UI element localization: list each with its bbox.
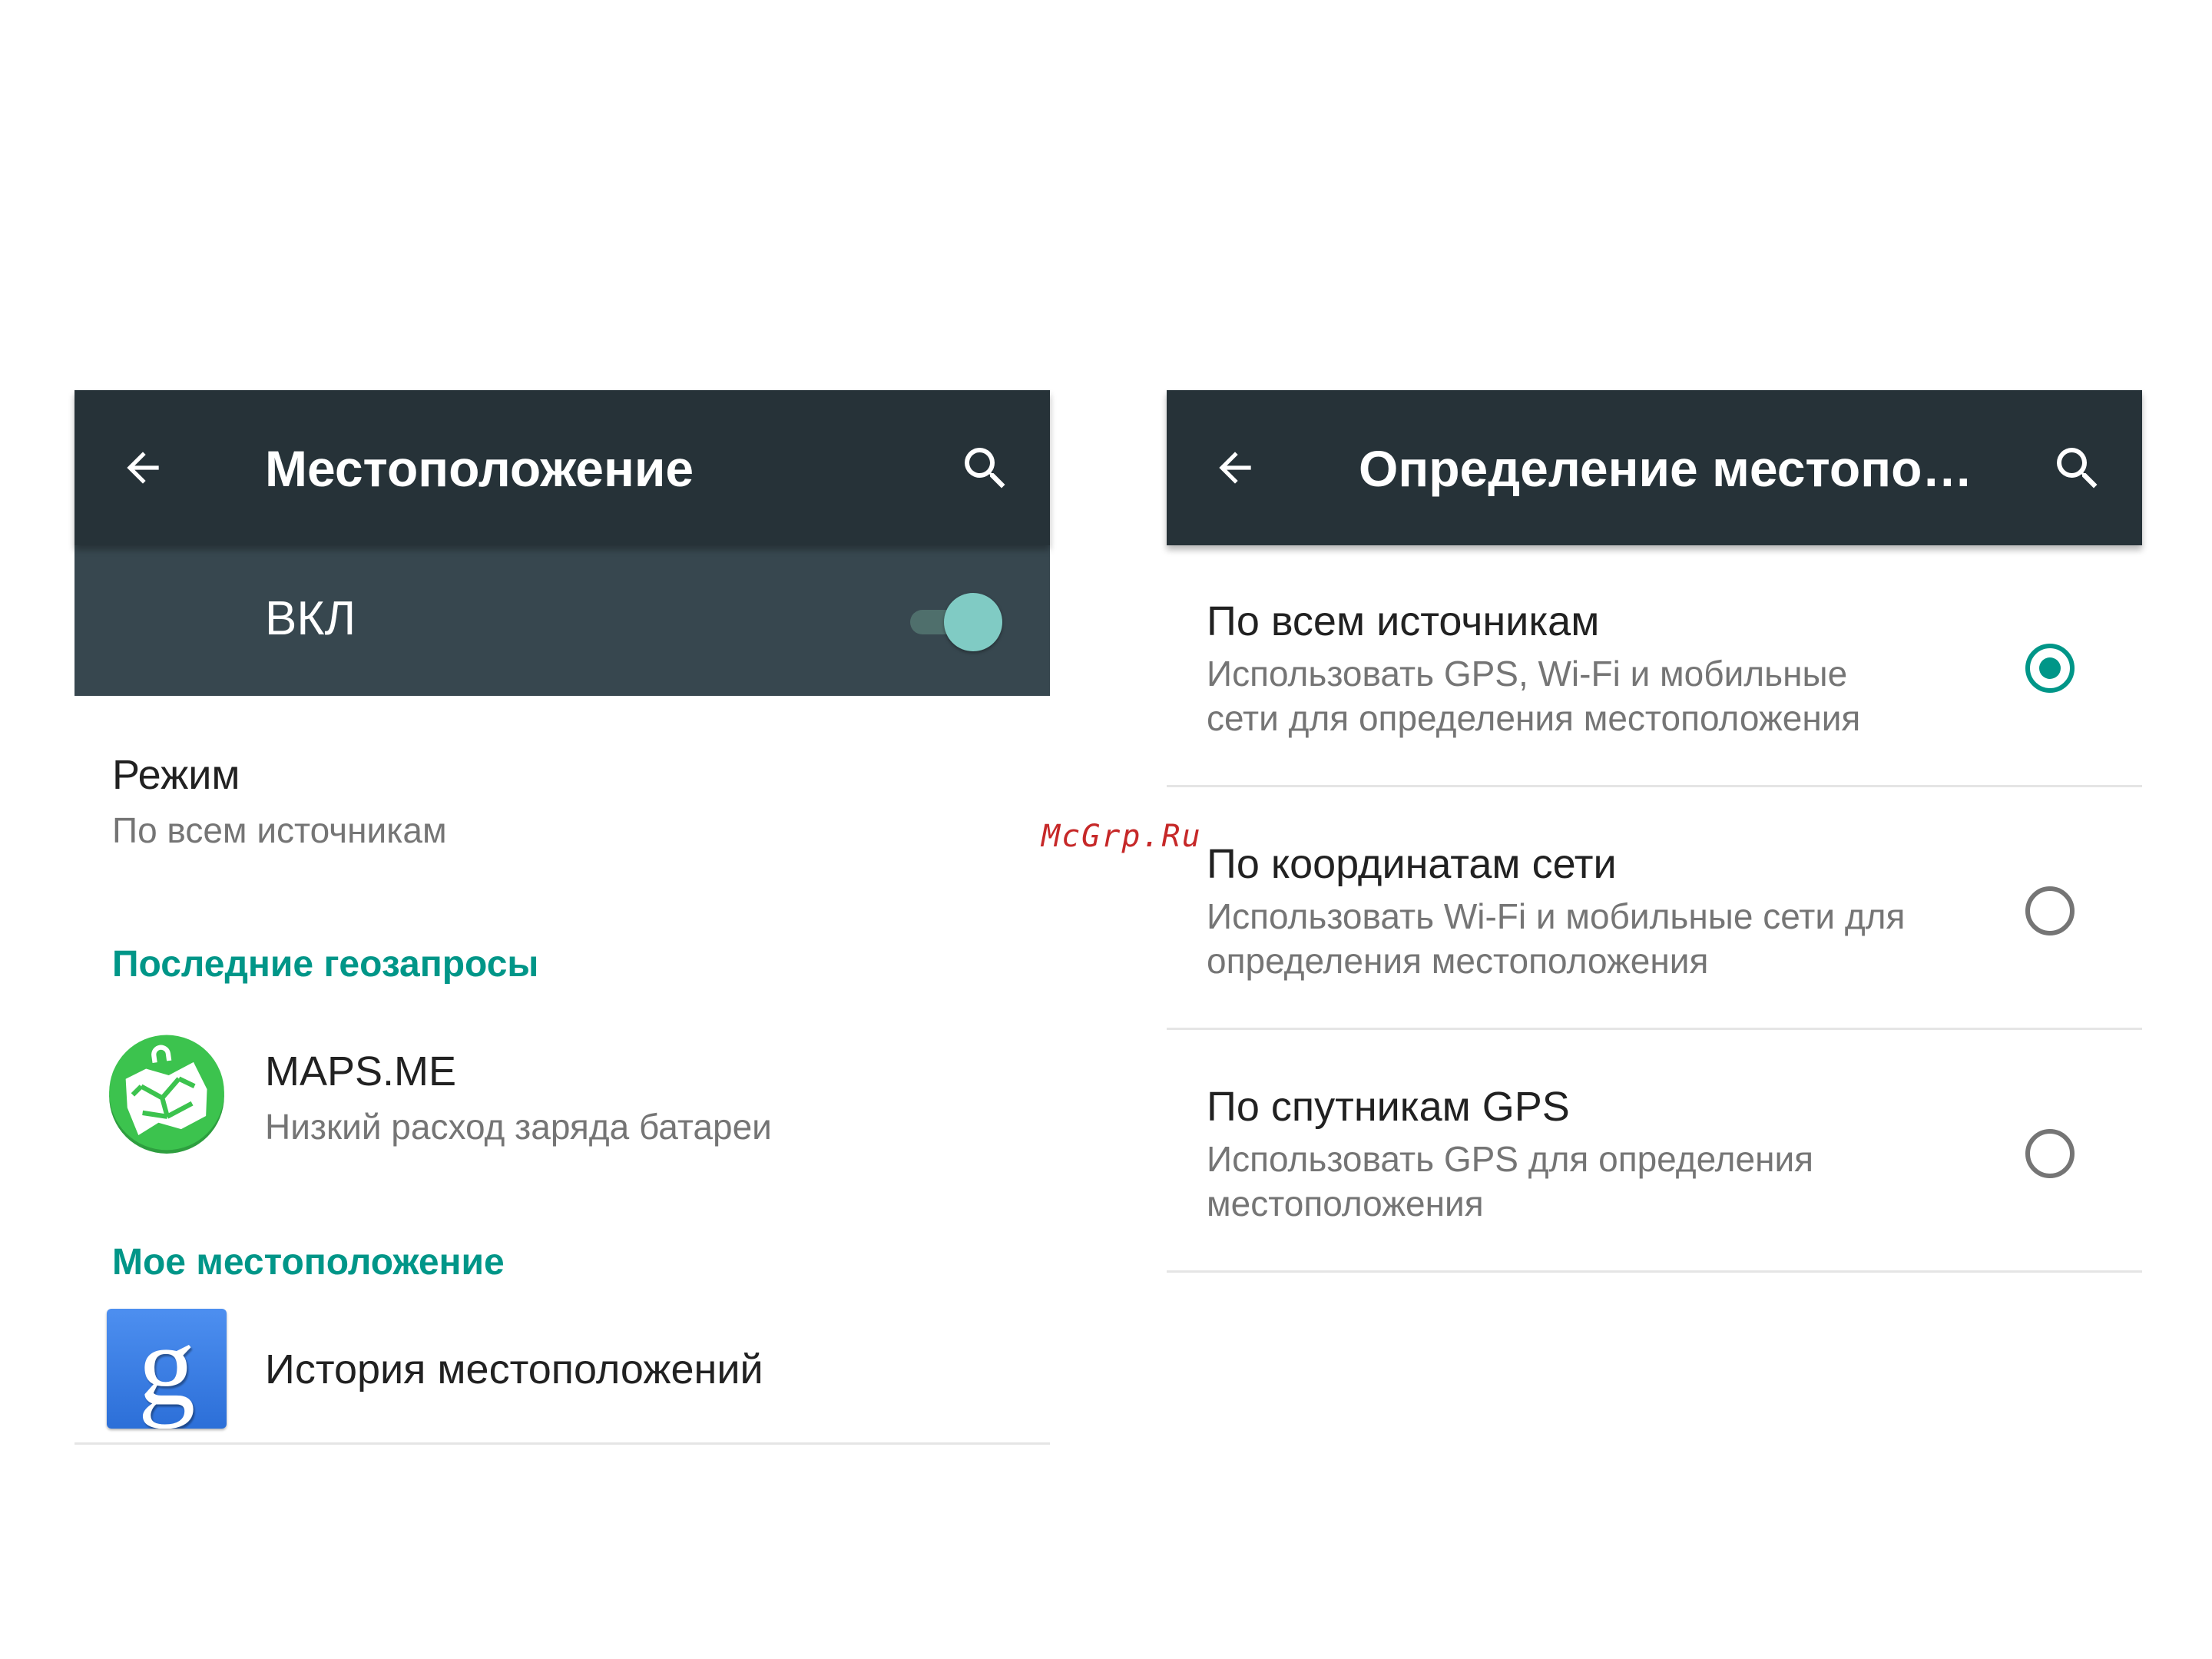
option-title: По координатам сети [1207, 841, 1617, 887]
page-title: Местоположение [265, 440, 694, 497]
divider [75, 1442, 1050, 1445]
radio-button[interactable] [2025, 886, 2075, 935]
radio-button[interactable] [2025, 1129, 2075, 1178]
option-gps[interactable]: По спутникам GPS Использовать GPS для оп… [1167, 1031, 2142, 1273]
toggle-thumb [944, 593, 1002, 651]
toolbar: Местоположение [75, 390, 1050, 545]
mode-summary: По всем источникам [112, 810, 447, 850]
mode-title: Режим [112, 752, 240, 798]
option-description: Использовать GPS, Wi-Fi и мобильные сети… [1207, 654, 1861, 738]
app-usage: Низкий расход заряда батареи [265, 1107, 772, 1147]
maps-me-icon [109, 1035, 224, 1154]
google-settings-icon: g [107, 1309, 227, 1429]
option-all-sources[interactable]: По всем источникам Использовать GPS, Wi-… [1167, 545, 2142, 788]
mode-preference[interactable]: Режим По всем источникам [75, 696, 1050, 865]
arrow-back-icon[interactable] [119, 444, 167, 492]
option-network[interactable]: По координатам сети Использовать Wi-Fi и… [1167, 788, 2142, 1031]
location-mode-screen: Определение местопо… По всем источникам … [1167, 390, 2142, 1273]
search-icon[interactable] [958, 441, 1013, 496]
option-description: Использовать GPS для определения местопо… [1207, 1139, 1814, 1224]
search-icon[interactable] [2050, 441, 2105, 496]
location-settings-screen: Местоположение ВКЛ Режим По всем источни… [75, 390, 1050, 1445]
arrow-back-icon[interactable] [1211, 444, 1259, 492]
divider [1167, 1028, 2142, 1030]
my-location-header: Мое местоположение [112, 1242, 505, 1283]
page-title: Определение местопо… [1359, 440, 1973, 497]
option-title: По спутникам GPS [1207, 1084, 1570, 1130]
divider [1167, 785, 2142, 787]
option-title: По всем источникам [1207, 598, 1600, 644]
radio-button-selected[interactable] [2025, 644, 2075, 693]
recent-request-item[interactable]: MAPS.ME Низкий расход заряда батареи [75, 1034, 1050, 1157]
app-name: MAPS.ME [265, 1048, 457, 1094]
recent-requests-header: Последние геозапросы [112, 944, 539, 985]
location-history-title: История местоположений [265, 1346, 763, 1392]
divider [1167, 1270, 2142, 1273]
location-history-item[interactable]: g История местоположений [75, 1309, 1050, 1439]
toolbar: Определение местопо… [1167, 390, 2142, 545]
switch-label: ВКЛ [265, 592, 356, 645]
option-description: Использовать Wi-Fi и мобильные сети для … [1207, 896, 1906, 981]
master-switch-bar: ВКЛ [75, 545, 1050, 696]
location-toggle[interactable] [902, 593, 1002, 651]
